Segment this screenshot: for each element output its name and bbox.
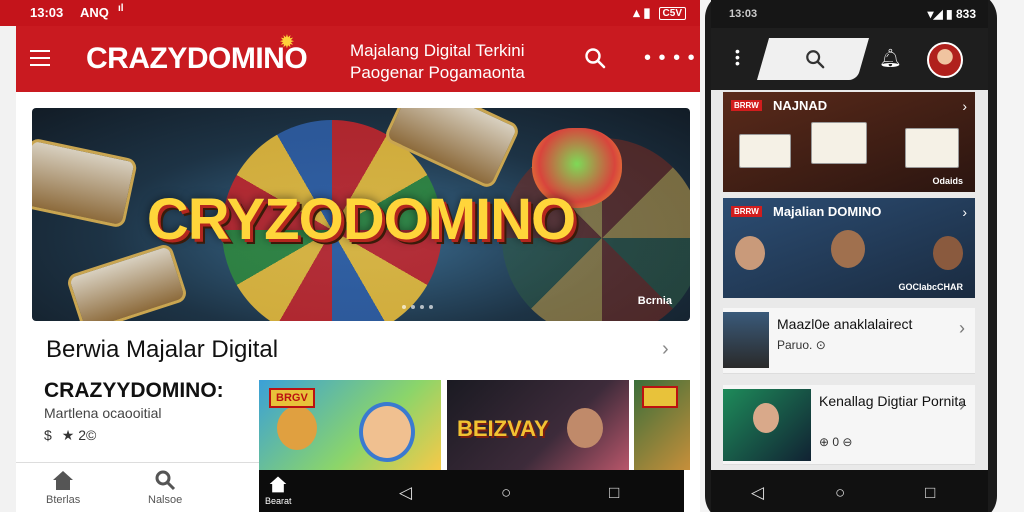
hero-banner[interactable]: CRYZODOMINO Bcrnia xyxy=(32,108,690,321)
list-thumbnail xyxy=(723,389,811,461)
system-navigation-bar: ◁ ○ □ xyxy=(711,470,988,512)
notification-icon[interactable]: 🔔︎ xyxy=(879,48,902,69)
news-card[interactable]: BRRW NAJNAD › Odaids xyxy=(723,92,975,192)
recents-icon[interactable]: □ xyxy=(925,483,935,503)
domino-tile-graphic xyxy=(905,128,959,168)
person-graphic xyxy=(933,236,963,270)
list-thumbnail xyxy=(723,312,769,368)
list-item[interactable]: Maazl0e anaklalairect Paruo. ⊙ › xyxy=(723,308,975,374)
featured-meta: $ ★ 2© xyxy=(44,427,96,444)
chevron-right-icon: › xyxy=(959,318,965,338)
domino-tile-graphic xyxy=(739,134,791,168)
signal-icon: ıl xyxy=(118,3,124,14)
nav-item-home-active[interactable]: Bearat xyxy=(265,474,292,506)
status-time: 13:03 xyxy=(729,8,758,20)
person-graphic xyxy=(831,230,865,268)
cartoon-dog-graphic xyxy=(277,406,317,450)
cartoon-clown-graphic xyxy=(359,402,415,462)
card-caption: Odaids xyxy=(932,176,963,186)
more-options-icon[interactable]: • • • • xyxy=(644,48,696,68)
card-caption: GOCIabcCHAR xyxy=(898,282,963,292)
main-content: CRYZODOMINO Bcrnia Berwia Majalar Digita… xyxy=(16,92,700,512)
featured-subtitle: Martlena ocaooitial xyxy=(44,405,162,421)
thumbnail-card[interactable]: BEIZVAY xyxy=(447,380,629,470)
chevron-right-icon[interactable]: › xyxy=(662,338,669,361)
nav-item-label: Bearat xyxy=(265,496,292,506)
nav-item-home[interactable]: Bterlas xyxy=(46,469,80,506)
thumbnail-card[interactable]: BRGV xyxy=(259,380,441,470)
bottom-navigation: Bterlas Nalsoe xyxy=(16,462,259,512)
thumbnail-headline: BEIZVAY xyxy=(457,416,549,441)
signal-wifi-icon: ▴ ▮ xyxy=(633,5,651,20)
list-item-meta: Paruo. ⊙ xyxy=(777,338,826,352)
thumbnail-logo-graphic xyxy=(642,386,678,408)
search-people-icon xyxy=(155,470,176,491)
card-tag: BRRW xyxy=(731,100,762,111)
hero-title: CRYZODOMINO xyxy=(146,187,576,252)
section-title: Berwia Majalar Digital xyxy=(46,336,279,363)
carousel-dots[interactable] xyxy=(402,305,433,309)
list-item[interactable]: Kenallag Digtiar Pornita ⊕ 0 ⊖ › xyxy=(723,385,975,465)
more-options-vertical-icon[interactable]: • • • xyxy=(735,44,740,70)
search-icon[interactable] xyxy=(805,49,825,69)
hamburger-menu-icon[interactable] xyxy=(30,50,50,66)
slot-reel-graphic xyxy=(65,242,189,321)
list-item-title: Maazl0e anaklalairect xyxy=(777,316,913,332)
status-bar: 13:03 ▾◢ ▮ 833 xyxy=(711,0,988,28)
app-header: CRAZYDOMINO ✹ Majalang Digital Terkini P… xyxy=(16,26,700,92)
left-app-window: 13:03 ANQ ıl ▴ ▮ C5V CRAZYDOMINO ✹ Majal… xyxy=(0,0,700,512)
status-right: ▾◢ ▮ 833 xyxy=(927,7,976,21)
featured-title[interactable]: CRAZYYDOMINO: xyxy=(44,379,224,403)
header-subtitle: Majalang Digital Terkini Paogenar Pogama… xyxy=(350,40,525,84)
header-subtitle-line2: Paogenar Pogamaonta xyxy=(350,63,525,82)
back-icon[interactable]: ◁ xyxy=(399,483,412,503)
card-headline: Majalian DOMINO xyxy=(773,204,882,219)
thumbnail-tag: BRGV xyxy=(269,388,315,408)
nav-item-label: Bterlas xyxy=(46,494,81,506)
avatar[interactable] xyxy=(927,42,963,78)
chevron-right-icon: › xyxy=(962,204,967,220)
back-icon[interactable]: ◁ xyxy=(751,483,764,503)
top-bar: • • • 🔔︎ xyxy=(711,28,988,90)
home-icon xyxy=(53,471,74,490)
brand-logo[interactable]: CRAZYDOMINO ✹ xyxy=(86,34,308,76)
chevron-right-icon: › xyxy=(959,395,965,415)
card-tag: BRRW xyxy=(731,206,762,217)
presenter-graphic xyxy=(567,408,603,448)
list-item-meta: ⊕ 0 ⊖ xyxy=(819,435,853,449)
recents-icon[interactable]: □ xyxy=(609,483,619,503)
domino-tile-graphic xyxy=(811,122,867,164)
system-navigation-bar: Bearat ◁ ○ □ xyxy=(259,470,684,512)
status-time: 13:03 xyxy=(30,5,64,20)
battery-icon: C5V xyxy=(658,6,686,20)
featured-meta-rating: ★ 2© xyxy=(61,427,97,443)
status-extra: ANQ xyxy=(80,5,109,20)
search-icon[interactable] xyxy=(584,47,606,69)
right-phone-screen: 13:03 ▾◢ ▮ 833 • • • 🔔︎ BRRW NAJNAD › Odai… xyxy=(711,0,988,512)
hero-caption: Bcrnia xyxy=(637,295,672,307)
home-circle-icon[interactable]: ○ xyxy=(501,483,511,503)
status-right: ▴ ▮ C5V xyxy=(633,5,686,21)
list-item-title: Kenallag Digtiar Pornita xyxy=(819,393,967,409)
screenshot-stage: 13:03 ANQ ıl ▴ ▮ C5V CRAZYDOMINO ✹ Majal… xyxy=(0,0,1024,512)
thumbnail-card[interactable] xyxy=(634,380,690,470)
home-icon xyxy=(269,476,287,493)
presenter-graphic xyxy=(753,403,779,433)
news-card[interactable]: BRRW Majalian DOMINO › GOCIabcCHAR xyxy=(723,198,975,298)
nav-item-search[interactable]: Nalsoe xyxy=(148,469,182,506)
home-circle-icon[interactable]: ○ xyxy=(835,483,845,503)
sparkle-icon: ✹ xyxy=(280,34,294,51)
brand-name: CRAZYDOMINO xyxy=(86,42,308,75)
status-bar: 13:03 ANQ ıl ▴ ▮ C5V xyxy=(0,0,700,26)
featured-meta-currency: $ xyxy=(44,427,52,443)
nav-item-label: Nalsoe xyxy=(148,494,183,506)
chevron-right-icon: › xyxy=(962,98,967,114)
card-headline: NAJNAD xyxy=(773,98,828,113)
header-subtitle-line1: Majalang Digital Terkini xyxy=(350,41,525,60)
person-graphic xyxy=(735,236,765,270)
